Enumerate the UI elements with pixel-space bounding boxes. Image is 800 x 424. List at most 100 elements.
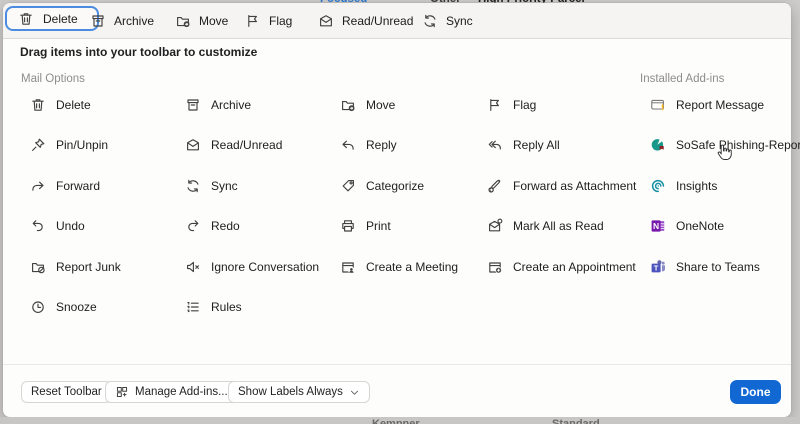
customize-toolbar-dialog: Delete Archive Move Flag Read/Unread Syn… [3,3,791,417]
grid-item-undo[interactable]: Undo [30,216,85,236]
grid-item-label: Undo [56,219,85,233]
grid-item-print[interactable]: Print [340,216,391,236]
undo-icon [30,218,46,234]
trash-icon [18,11,34,27]
sync-icon [422,13,438,29]
toolbar-item-read-unread[interactable]: Read/Unread [318,11,413,31]
flag-icon [245,13,261,29]
installed-addins-header: Installed Add-ins [640,73,724,85]
reply-icon [340,137,356,153]
grid-item-snooze[interactable]: Snooze [30,297,97,317]
toolbar-item-label: Sync [446,14,473,28]
addin-item-insights[interactable]: Insights [650,176,717,196]
show-labels-value: Show Labels Always [238,386,343,398]
flag-icon [487,97,503,113]
dialog-instruction: Drag items into your toolbar to customiz… [20,45,257,59]
reset-toolbar-label: Reset Toolbar [31,386,102,398]
background-bottom-text: Standard [552,418,600,424]
archive-icon [185,97,201,113]
mail-icon [185,137,201,153]
grid-item-label: Mark All as Read [513,219,604,233]
chevron-down-icon [349,387,360,398]
forward-attachment-icon [487,178,503,194]
toolbar-item-label: Move [199,14,228,28]
addin-item-label: Insights [676,179,717,193]
addin-item-share-to-teams[interactable]: T Share to Teams [650,257,760,277]
grid-item-forward-as-attachment[interactable]: Forward as Attachment [487,176,636,196]
grid-item-create-a-meeting[interactable]: Create a Meeting [340,257,458,277]
grid-item-archive[interactable]: Archive [185,95,251,115]
grid-item-ignore-conversation[interactable]: Ignore Conversation [185,257,319,277]
grid-item-label: Redo [211,219,240,233]
grid-item-label: Move [366,98,395,112]
grid-item-reply[interactable]: Reply [340,135,397,155]
grid-item-forward[interactable]: Forward [30,176,100,196]
grid-item-label: Archive [211,98,251,112]
trash-icon [30,97,46,113]
grid-item-sync[interactable]: Sync [185,176,238,196]
grid-item-label: Categorize [366,179,424,193]
grid-item-label: Sync [211,179,238,193]
rules-icon [185,299,201,315]
toolbar-item-delete[interactable]: Delete [5,6,99,31]
grid-item-report-junk[interactable]: Report Junk [30,257,121,277]
grid-item-create-an-appointment[interactable]: Create an Appointment [487,257,636,277]
grid-item-label: Reply All [513,138,560,152]
footer-divider [3,364,791,365]
teams-addin-icon: T [650,259,666,275]
toolbar-item-label: Read/Unread [342,14,413,28]
grid-item-mark-all-as-read[interactable]: Mark All as Read [487,216,604,236]
toolbar-item-archive[interactable]: Archive [90,11,154,31]
mail-icon [318,13,334,29]
addin-item-report-message[interactable]: Report Message [650,95,764,115]
grid-item-label: Ignore Conversation [211,260,319,274]
grid-item-label: Report Junk [56,260,121,274]
grid-item-delete[interactable]: Delete [30,95,91,115]
ignore-conversation-icon [185,259,201,275]
grid-item-categorize[interactable]: Categorize [340,176,424,196]
print-icon [340,218,356,234]
grid-item-label: Print [366,219,391,233]
svg-text:T: T [654,263,659,272]
move-folder-icon [175,13,191,29]
report-junk-icon [30,259,46,275]
insights-addin-icon [650,178,666,194]
grid-item-label: Reply [366,138,397,152]
mail-options-header: Mail Options [21,73,85,85]
grid-item-label: Flag [513,98,536,112]
grid-item-pin-unpin[interactable]: Pin/Unpin [30,135,108,155]
grid-item-move[interactable]: Move [340,95,395,115]
grid-item-rules[interactable]: Rules [185,297,242,317]
grid-item-label: Forward as Attachment [513,179,636,193]
background-app-bottom-sliver: Kempner Standard [0,417,800,424]
manage-addins-label: Manage Add-ins... [135,386,228,398]
addin-item-label: Share to Teams [676,260,760,274]
addin-item-label: Report Message [676,98,764,112]
addin-item-onenote[interactable]: N OneNote [650,216,724,236]
reset-toolbar-button[interactable]: Reset Toolbar [21,381,112,403]
toolbar-item-flag[interactable]: Flag [245,11,292,31]
grid-item-label: Rules [211,300,242,314]
move-folder-icon [340,97,356,113]
create-appointment-icon [487,259,503,275]
grid-item-label: Create a Meeting [366,260,458,274]
redo-icon [185,218,201,234]
mark-all-read-icon [487,218,503,234]
pin-icon [30,137,46,153]
toolbar-preview: Delete Archive Move Flag Read/Unread Syn… [3,3,791,39]
toolbar-item-move[interactable]: Move [175,11,228,31]
done-label: Done [741,385,771,399]
addin-item-label: SoSafe Phishing-Reportin [676,138,800,152]
grid-item-redo[interactable]: Redo [185,216,240,236]
manage-addins-button[interactable]: Manage Add-ins... [105,381,238,403]
grid-item-flag[interactable]: Flag [487,95,536,115]
forward-icon [30,178,46,194]
toolbar-item-sync[interactable]: Sync [422,11,473,31]
grid-item-read-unread[interactable]: Read/Unread [185,135,282,155]
show-labels-dropdown[interactable]: Show Labels Always [228,381,370,403]
grid-item-reply-all[interactable]: Reply All [487,135,560,155]
toolbar-item-label: Archive [114,14,154,28]
grid-item-label: Create an Appointment [513,260,636,274]
background-bottom-text: Kempner [372,418,420,424]
done-button[interactable]: Done [730,380,781,404]
